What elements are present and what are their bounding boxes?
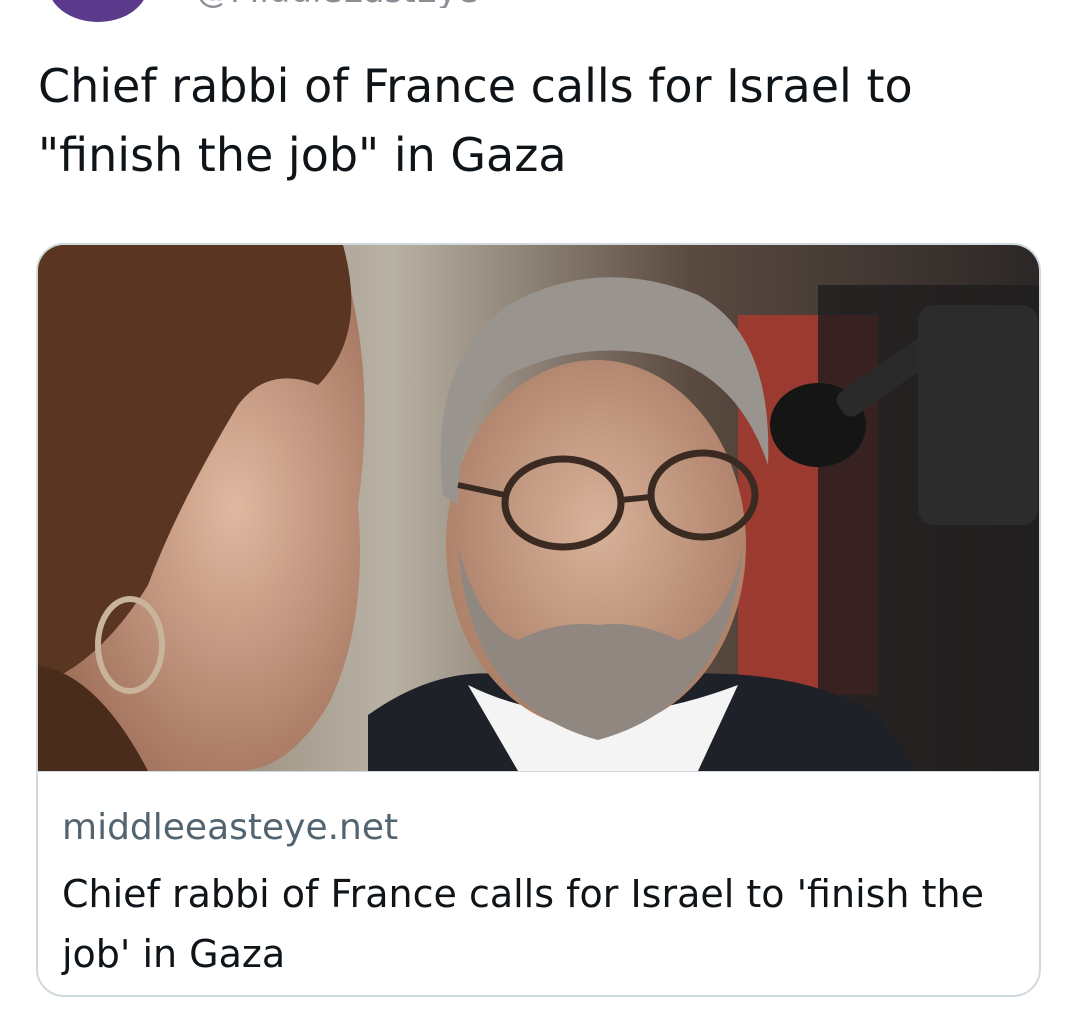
link-preview-footer[interactable]: middleeasteye.net Chief rabbi of France … [38, 771, 1039, 995]
author-avatar[interactable] [48, 0, 148, 22]
link-preview-image[interactable] [38, 245, 1041, 771]
author-handle[interactable]: @MiddleEastEye [196, 0, 478, 8]
link-domain: middleeasteye.net [62, 807, 399, 848]
tweet: @MiddleEastEye Chief rabbi of France cal… [0, 0, 1080, 1024]
link-preview-card[interactable]: middleeasteye.net Chief rabbi of France … [36, 243, 1041, 997]
link-title: Chief rabbi of France calls for Israel t… [62, 872, 984, 976]
tweet-text: Chief rabbi of France calls for Israel t… [38, 59, 913, 182]
